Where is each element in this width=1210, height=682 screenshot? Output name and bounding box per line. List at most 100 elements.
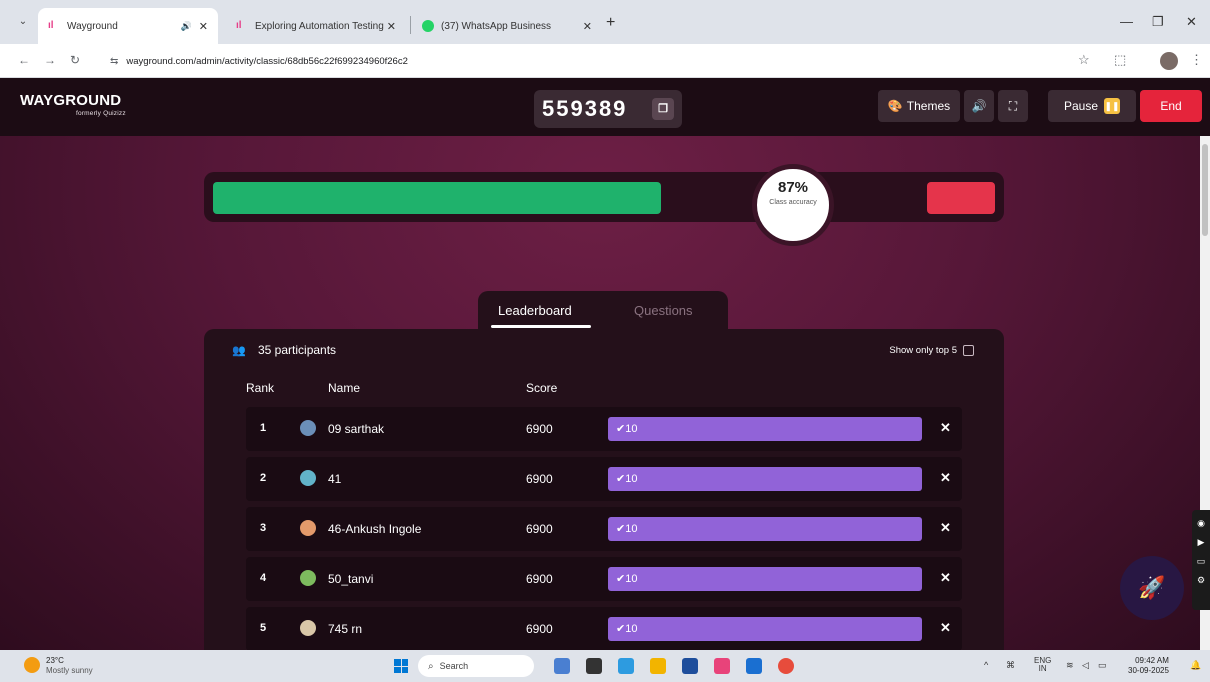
wayground-logo[interactable]: WAYGROUND formerly Quizizz bbox=[20, 92, 126, 117]
system-clock[interactable]: 09:42 AM 30-09-2025 bbox=[1128, 656, 1169, 676]
tray-chevron-icon[interactable]: ^ bbox=[984, 660, 988, 670]
notification-bell-icon[interactable]: 🔔 bbox=[1190, 660, 1201, 671]
correct-count: 10 bbox=[625, 423, 638, 435]
column-header-rank: Rank bbox=[246, 381, 275, 395]
tab-leaderboard[interactable]: Leaderboard bbox=[498, 303, 572, 318]
window-close-icon[interactable]: ✕ bbox=[1186, 14, 1197, 30]
accuracy-caption: Class accuracy bbox=[769, 199, 817, 206]
correct-count: 10 bbox=[625, 523, 638, 535]
leaderboard-row[interactable]: 3 46-Ankush Ingole 6900 ✔10 ✕ bbox=[246, 507, 962, 551]
restore-icon[interactable]: ❐ bbox=[1152, 14, 1164, 30]
taskbar-app-store-icon[interactable] bbox=[682, 658, 698, 674]
windows-start-icon[interactable] bbox=[394, 659, 408, 673]
weather-desc: Mostly sunny bbox=[46, 666, 93, 675]
expand-icon: ⛶ bbox=[1008, 98, 1018, 113]
profile-avatar[interactable] bbox=[1160, 52, 1178, 70]
url-field[interactable]: ⇆ wayground.com/admin/activity/classic/6… bbox=[102, 49, 1102, 73]
remove-player-icon[interactable]: ✕ bbox=[940, 620, 951, 636]
player-name: 41 bbox=[328, 472, 342, 486]
remove-player-icon[interactable]: ✕ bbox=[940, 420, 951, 436]
whatsapp-favicon-icon bbox=[422, 20, 434, 32]
top5-checkbox[interactable] bbox=[963, 345, 974, 356]
forward-arrow-icon[interactable]: → bbox=[44, 53, 56, 67]
row-rank: 2 bbox=[260, 472, 267, 484]
tab-close-icon[interactable]: ✕ bbox=[387, 20, 396, 33]
correct-answers-bar: ✔10 bbox=[608, 617, 922, 641]
top5-label: Show only top 5 bbox=[889, 345, 957, 356]
accuracy-correct-fill bbox=[213, 182, 661, 214]
browser-menu-icon[interactable]: ⋮ bbox=[1190, 52, 1203, 68]
remove-player-icon[interactable]: ✕ bbox=[940, 470, 951, 486]
address-bar: ← → ↻ ⇆ wayground.com/admin/activity/cla… bbox=[0, 44, 1210, 78]
taskbar-app-outlook-icon[interactable] bbox=[746, 658, 762, 674]
player-score: 6900 bbox=[526, 622, 553, 636]
leaderboard-panel: 👥 35 participants Show only top 5 Rank N… bbox=[204, 329, 1004, 650]
pause-button[interactable]: Pause ❚❚ bbox=[1048, 90, 1136, 122]
game-code: 559389 ❐ bbox=[534, 90, 682, 128]
themes-button[interactable]: 🎨 Themes bbox=[878, 90, 960, 122]
video-icon[interactable]: ▶ bbox=[1192, 537, 1210, 548]
leaderboard-row[interactable]: 4 50_tanvi 6900 ✔10 ✕ bbox=[246, 557, 962, 601]
leaderboard-row[interactable]: 1 09 sarthak 6900 ✔10 ✕ bbox=[246, 407, 962, 451]
taskbar-app-edge-icon[interactable] bbox=[618, 658, 634, 674]
taskbar-app-chrome-icon[interactable] bbox=[778, 658, 794, 674]
settings-gear-icon[interactable]: ⚙ bbox=[1192, 575, 1210, 586]
tab-title: Wayground bbox=[67, 20, 118, 32]
camera-icon[interactable]: ◉ bbox=[1192, 518, 1210, 529]
volume-icon[interactable]: ◁ bbox=[1082, 660, 1089, 671]
copy-code-icon[interactable]: ❐ bbox=[652, 98, 674, 120]
remove-player-icon[interactable]: ✕ bbox=[940, 520, 951, 536]
browser-tab-whatsapp[interactable]: (37) WhatsApp Business ✕ bbox=[412, 8, 602, 44]
tab-close-icon[interactable]: ✕ bbox=[583, 20, 592, 33]
remove-player-icon[interactable]: ✕ bbox=[940, 570, 951, 586]
browser-tab-bar: ⌄ ıl Wayground 🔊 ✕ ıl Exploring Automati… bbox=[0, 0, 1210, 44]
player-avatar bbox=[300, 620, 316, 636]
minimize-icon[interactable]: — bbox=[1120, 14, 1133, 29]
leaderboard-row[interactable]: 5 745 rn 6900 ✔10 ✕ bbox=[246, 607, 962, 650]
scrollbar-thumb[interactable] bbox=[1202, 144, 1208, 236]
taskbar-app-social-icon[interactable] bbox=[714, 658, 730, 674]
rocket-launcher-icon[interactable]: 🚀 bbox=[1120, 556, 1184, 620]
back-arrow-icon[interactable]: ← bbox=[18, 53, 30, 67]
player-name: 09 sarthak bbox=[328, 422, 385, 436]
end-label: End bbox=[1160, 99, 1182, 113]
correct-count: 10 bbox=[625, 473, 638, 485]
tab-close-icon[interactable]: ✕ bbox=[199, 20, 208, 33]
tab-title: Exploring Automation Testing bbox=[255, 20, 384, 32]
top5-toggle[interactable]: Show only top 5 bbox=[889, 345, 974, 356]
player-avatar bbox=[300, 420, 316, 436]
browser-tab-wayground[interactable]: ıl Wayground 🔊 ✕ bbox=[38, 8, 218, 44]
tray-network-icon[interactable]: ⌘ bbox=[1006, 660, 1015, 671]
weather-widget[interactable]: 23°C Mostly sunny bbox=[24, 656, 93, 676]
palette-icon: 🎨 bbox=[887, 99, 903, 113]
taskbar-app-taskview-icon[interactable] bbox=[586, 658, 602, 674]
accuracy-incorrect-fill bbox=[927, 182, 995, 214]
site-info-icon[interactable]: ⇆ bbox=[110, 56, 118, 67]
logo-text: WAYGROUND bbox=[20, 92, 122, 109]
extensions-icon[interactable]: ⬚ bbox=[1114, 52, 1126, 68]
tab-audio-icon[interactable]: 🔊 bbox=[181, 21, 192, 32]
window-icon[interactable]: ▭ bbox=[1192, 556, 1210, 567]
taskbar-app-explorer-icon[interactable] bbox=[650, 658, 666, 674]
language-indicator[interactable]: ENG IN bbox=[1034, 657, 1051, 673]
taskbar-app-copilot-icon[interactable] bbox=[554, 658, 570, 674]
battery-icon[interactable]: ▭ bbox=[1098, 660, 1107, 671]
taskbar-search[interactable]: ⌕ Search bbox=[418, 655, 534, 677]
row-rank: 3 bbox=[260, 522, 267, 534]
bookmark-star-icon[interactable]: ☆ bbox=[1078, 52, 1090, 68]
tab-search-chevron-icon[interactable]: ⌄ bbox=[14, 13, 32, 31]
reload-icon[interactable]: ↻ bbox=[70, 53, 80, 67]
leaderboard-row[interactable]: 2 41 6900 ✔10 ✕ bbox=[246, 457, 962, 501]
view-tabs: Leaderboard Questions bbox=[478, 291, 728, 331]
new-tab-plus-icon[interactable]: + bbox=[606, 14, 615, 32]
sound-button[interactable]: 🔊 bbox=[964, 90, 994, 122]
check-circle-icon: ✔ bbox=[616, 573, 626, 585]
tab-questions[interactable]: Questions bbox=[634, 303, 693, 318]
url-text: wayground.com/admin/activity/classic/68d… bbox=[126, 55, 408, 67]
player-avatar bbox=[300, 570, 316, 586]
themes-label: Themes bbox=[906, 99, 951, 113]
end-button[interactable]: End bbox=[1140, 90, 1202, 122]
browser-tab-exploring[interactable]: ıl Exploring Automation Testing ✕ bbox=[226, 8, 406, 44]
fullscreen-button[interactable]: ⛶ bbox=[998, 90, 1028, 122]
wifi-icon[interactable]: ≋ bbox=[1066, 660, 1074, 671]
